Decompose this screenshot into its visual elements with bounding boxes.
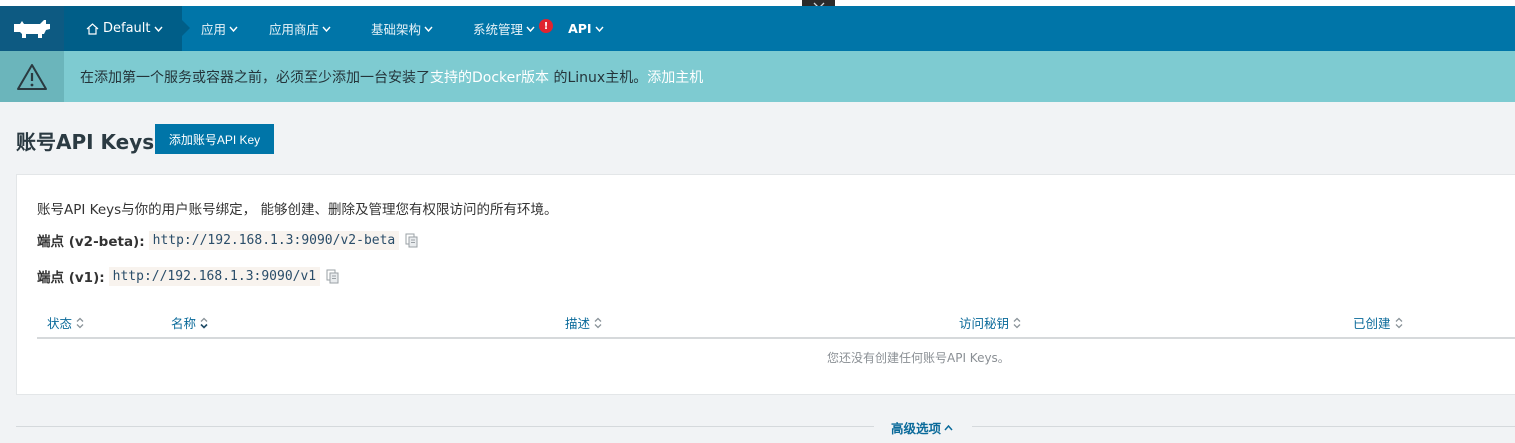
- nav-catalog[interactable]: 应用商店: [269, 6, 331, 51]
- endpoint-v1: 端点 (v1): http://192.168.1.3:9090/v1: [37, 266, 340, 286]
- endpoint-v1-label: 端点 (v1):: [37, 270, 105, 286]
- sort-icon: [200, 317, 208, 329]
- chevron-down-icon: [322, 26, 331, 32]
- table-header: 状态 名称 描述 访问秘钥 已创建: [37, 308, 1515, 339]
- sort-icon: [1395, 317, 1403, 329]
- home-icon: [86, 22, 99, 35]
- column-header-description[interactable]: 描述: [565, 313, 602, 332]
- nav-admin[interactable]: 系统管理 !: [473, 6, 554, 51]
- sort-icon: [594, 317, 602, 329]
- chevron-down-icon: [153, 26, 163, 32]
- nav-api[interactable]: API: [568, 6, 604, 51]
- add-host-link[interactable]: 添加主机: [647, 70, 703, 86]
- advanced-options-label: 高级选项: [891, 421, 942, 436]
- rancher-logo[interactable]: [0, 6, 64, 51]
- banner-middle: 的Linux主机。: [549, 69, 648, 86]
- column-header-state[interactable]: 状态: [47, 313, 84, 332]
- sort-icon: [76, 317, 84, 329]
- banner-message: 在添加第一个服务或容器之前，必须至少添加一台安装了支持的Docker版本 的Li…: [64, 67, 703, 87]
- copy-icon[interactable]: [326, 269, 340, 284]
- column-label: 状态: [47, 316, 73, 331]
- chevron-down-icon: [526, 26, 535, 32]
- advanced-options-toggle[interactable]: 高级选项: [891, 418, 953, 437]
- nav-infrastructure[interactable]: 基础架构: [371, 6, 433, 51]
- endpoint-v2-url[interactable]: http://192.168.1.3:9090/v2-beta: [148, 230, 400, 250]
- nav-item-label: 基础架构: [371, 22, 422, 37]
- chevron-down-icon: [595, 26, 604, 32]
- environment-label: Default: [103, 21, 151, 36]
- column-label: 访问秘钥: [959, 316, 1010, 331]
- environment-switcher[interactable]: Default: [64, 6, 190, 51]
- endpoint-v2: 端点 (v2-beta): http://192.168.1.3:9090/v2…: [37, 230, 419, 250]
- top-navbar: Default 应用 应用商店 基础架构 系统管理 ! API: [0, 6, 1515, 51]
- panel-description: 账号API Keys与你的用户账号绑定， 能够创建、删除及管理您有权限访问的所有…: [37, 202, 558, 218]
- nav-item-label: 应用: [201, 22, 227, 37]
- api-keys-panel: 账号API Keys与你的用户账号绑定， 能够创建、删除及管理您有权限访问的所有…: [16, 174, 1515, 395]
- chevron-up-icon: [944, 424, 953, 431]
- nav-item-label: API: [568, 21, 592, 36]
- empty-table-message: 您还没有创建任何账号API Keys。: [827, 351, 1010, 365]
- info-banner: 在添加第一个服务或容器之前，必须至少添加一台安装了支持的Docker版本 的Li…: [0, 51, 1515, 102]
- column-header-name[interactable]: 名称: [171, 313, 208, 332]
- column-header-created[interactable]: 已创建: [1353, 313, 1403, 332]
- sort-icon: [1013, 317, 1021, 329]
- copy-icon[interactable]: [405, 233, 419, 248]
- nav-item-label: 应用商店: [269, 22, 320, 37]
- alert-badge: !: [539, 19, 554, 33]
- chevron-down-icon: [424, 26, 433, 32]
- nav-apps[interactable]: 应用: [201, 6, 238, 51]
- column-label: 已创建: [1353, 316, 1391, 331]
- column-label: 描述: [565, 316, 591, 331]
- docker-version-link[interactable]: 支持的Docker版本: [430, 70, 549, 86]
- add-api-key-button[interactable]: 添加账号API Key: [155, 124, 274, 154]
- chevron-down-icon: [229, 26, 238, 32]
- warning-icon: [0, 51, 64, 102]
- divider: [16, 426, 874, 427]
- nav-item-label: 系统管理: [473, 22, 524, 37]
- rancher-cow-icon: [14, 19, 50, 38]
- column-label: 名称: [171, 316, 197, 331]
- endpoint-v1-url[interactable]: http://192.168.1.3:9090/v1: [108, 266, 321, 286]
- endpoint-v2-label: 端点 (v2-beta):: [37, 234, 145, 250]
- page-title: 账号API Keys: [16, 130, 155, 154]
- banner-prefix: 在添加第一个服务或容器之前，必须至少添加一台安装了: [80, 69, 430, 86]
- column-header-access-key[interactable]: 访问秘钥: [959, 313, 1021, 332]
- divider: [972, 426, 1515, 427]
